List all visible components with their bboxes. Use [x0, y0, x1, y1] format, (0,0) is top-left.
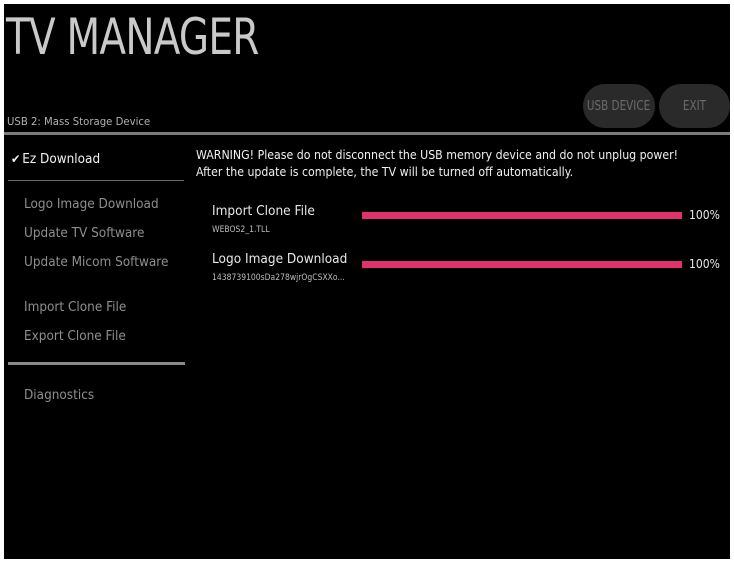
progress-title-logo-image: Logo Image Download — [212, 251, 348, 267]
progress-bar-fill — [362, 261, 682, 268]
menu-item-import-clone-file[interactable]: Import Clone File — [24, 300, 126, 315]
warning-line-2: After the update is complete, the TV wil… — [196, 164, 574, 179]
page-title: TV MANAGER — [6, 8, 259, 66]
progress-bar-import-clone — [362, 212, 682, 219]
exit-button-label: EXIT — [682, 98, 707, 114]
progress-title-import-clone: Import Clone File — [212, 203, 315, 219]
usb-device-button-label: USB DEVICE — [587, 98, 651, 114]
progress-percent-import-clone: 100% — [689, 208, 720, 222]
progress-filename-logo-image: 1438739100sDa278wjrOgCSXXo... — [212, 273, 345, 283]
menu-item-export-clone-file[interactable]: Export Clone File — [24, 329, 126, 344]
progress-bar-logo-image — [362, 261, 682, 268]
progress-percent-logo-image: 100% — [689, 257, 720, 271]
progress-bar-fill — [362, 212, 682, 219]
progress-filename-import-clone: WEBOS2_1.TLL — [212, 225, 270, 235]
menu-item-ez-download[interactable]: ✔ Ez Download — [11, 152, 100, 167]
menu-separator — [8, 180, 184, 181]
menu-item-logo-image-download[interactable]: Logo Image Download — [24, 197, 159, 212]
usb-device-button[interactable]: USB DEVICE — [583, 84, 655, 128]
menu-item-update-micom-software[interactable]: Update Micom Software — [24, 255, 168, 270]
menu-item-update-tv-software[interactable]: Update TV Software — [24, 226, 144, 241]
warning-message: WARNING! Please do not disconnect the US… — [196, 146, 678, 180]
menu-separator-thick — [8, 362, 185, 365]
header-divider — [4, 132, 730, 135]
device-label: USB 2: Mass Storage Device — [7, 115, 151, 128]
menu-item-label: Ez Download — [22, 152, 101, 167]
exit-button[interactable]: EXIT — [659, 84, 730, 128]
warning-line-1: WARNING! Please do not disconnect the US… — [196, 147, 679, 162]
checkmark-icon: ✔ — [11, 152, 21, 166]
menu-item-diagnostics[interactable]: Diagnostics — [24, 388, 94, 403]
